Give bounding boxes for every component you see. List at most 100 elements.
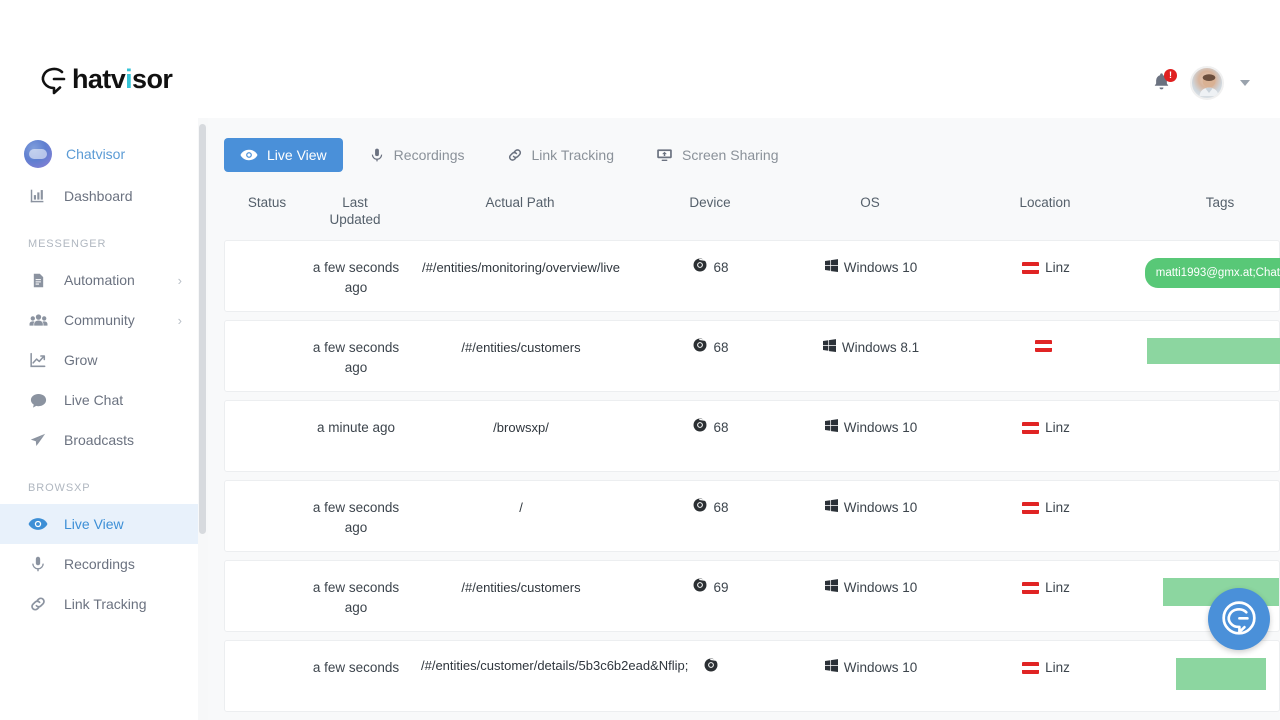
column-header-actual-path: Actual Path bbox=[485, 195, 555, 210]
notification-badge: ! bbox=[1164, 69, 1177, 82]
tags-cell bbox=[1131, 658, 1280, 696]
tab-recordings[interactable]: Recordings bbox=[353, 138, 481, 172]
microphone-icon bbox=[26, 555, 50, 573]
table-row[interactable]: a few seconds ago /#/entities/customers … bbox=[224, 320, 1280, 392]
device-cell: 69 bbox=[641, 578, 781, 598]
sidebar-item-label: Automation bbox=[64, 272, 135, 288]
location-name: Linz bbox=[1045, 660, 1070, 675]
sidebar-item-live-chat[interactable]: Live Chat bbox=[0, 380, 204, 420]
chrome-icon bbox=[693, 338, 707, 358]
path-text: /#/entities/customers bbox=[461, 340, 581, 355]
location-cell: Linz bbox=[961, 658, 1131, 680]
header-actions: ! bbox=[1150, 66, 1250, 100]
tab-link-tracking[interactable]: Link Tracking bbox=[491, 138, 630, 172]
last-updated-cell: a few seconds ago bbox=[312, 340, 400, 375]
sidebar-item-automation[interactable]: Automation › bbox=[0, 260, 204, 300]
column-header-device: Device bbox=[689, 195, 731, 210]
device-cell: 68 bbox=[641, 418, 781, 438]
eye-icon bbox=[26, 516, 50, 532]
sidebar-section-browsxp: BROWSXP bbox=[28, 482, 91, 494]
browser-version: 68 bbox=[713, 260, 729, 275]
app-root: hatvisor ! Chatvisor Dashboard MESSENGER… bbox=[0, 0, 1280, 720]
path-text: /#/entities/monitoring/overview/live bbox=[422, 260, 620, 275]
sidebar-workspace[interactable]: Chatvisor bbox=[0, 132, 204, 176]
last-updated-cell: a few seconds bbox=[312, 660, 400, 675]
austria-flag-icon bbox=[1022, 422, 1040, 434]
os-name: Windows 8.1 bbox=[841, 340, 920, 355]
tag-badge-redacted[interactable] bbox=[1147, 338, 1280, 364]
table-row[interactable]: a minute ago /browsxp/ 68 Windows 10 Lin… bbox=[224, 400, 1280, 472]
column-header-last-updated: Last Updated bbox=[310, 194, 400, 228]
column-header-os: OS bbox=[860, 195, 880, 210]
sidebar-item-link-tracking[interactable]: Link Tracking bbox=[0, 584, 204, 624]
os-name: Windows 10 bbox=[843, 580, 918, 595]
people-icon bbox=[26, 311, 50, 330]
sidebar-item-label: Dashboard bbox=[64, 188, 133, 204]
os-cell: Windows 8.1 bbox=[781, 338, 961, 358]
user-avatar[interactable] bbox=[1190, 66, 1224, 100]
browser-version: 68 bbox=[713, 420, 729, 435]
tab-live-view[interactable]: Live View bbox=[224, 138, 343, 172]
browser-version: 68 bbox=[713, 340, 729, 355]
austria-flag-icon bbox=[1022, 582, 1040, 594]
sidebar-item-label: Community bbox=[64, 312, 135, 328]
column-header-location: Location bbox=[1019, 195, 1071, 210]
table-row[interactable]: a few seconds ago / 68 Windows 10 Linz bbox=[224, 480, 1280, 552]
sidebar-item-grow[interactable]: Grow bbox=[0, 340, 204, 380]
table-header: Status Last Updated Actual Path Device O… bbox=[224, 188, 1280, 240]
windows-icon bbox=[824, 418, 838, 438]
chart-bar-icon bbox=[26, 187, 50, 205]
os-cell: Windows 10 bbox=[781, 658, 961, 678]
os-cell: Windows 10 bbox=[781, 258, 961, 278]
os-name: Windows 10 bbox=[843, 660, 918, 675]
table-row[interactable]: a few seconds ago /#/entities/customers … bbox=[224, 560, 1280, 632]
tag-badge-redacted[interactable] bbox=[1176, 658, 1266, 690]
tab-label: Recordings bbox=[393, 147, 465, 163]
column-header-line1: Last bbox=[342, 195, 368, 210]
notifications-button[interactable]: ! bbox=[1150, 69, 1177, 96]
chatvisor-chat-launcher-icon bbox=[1222, 601, 1256, 635]
os-cell: Windows 10 bbox=[781, 498, 961, 518]
chatvisor-logo-icon bbox=[36, 62, 70, 96]
trend-up-icon bbox=[26, 351, 50, 369]
last-updated-cell: a few seconds ago bbox=[312, 580, 400, 615]
chrome-icon bbox=[693, 258, 707, 278]
logo-text-part2: sor bbox=[132, 63, 173, 94]
sidebar-scrollbar-thumb[interactable] bbox=[199, 124, 206, 534]
tag-badge[interactable]: matti1993@gmx.at;Chatvi bbox=[1144, 258, 1280, 288]
microphone-icon bbox=[369, 147, 385, 163]
chat-launcher-button[interactable] bbox=[1208, 588, 1270, 650]
sidebar-item-recordings[interactable]: Recordings bbox=[0, 544, 204, 584]
actual-path-cell: / bbox=[401, 498, 641, 518]
chrome-icon bbox=[693, 418, 707, 438]
sidebar-item-dashboard[interactable]: Dashboard bbox=[0, 176, 204, 216]
os-cell: Windows 10 bbox=[781, 418, 961, 438]
column-header-line2: Updated bbox=[329, 212, 381, 227]
path-text: /browsxp/ bbox=[493, 420, 549, 435]
austria-flag-icon bbox=[1022, 662, 1040, 674]
actual-path-cell: /#/entities/monitoring/overview/live bbox=[401, 258, 641, 278]
screen-share-icon bbox=[656, 147, 673, 163]
device-cell: 68 bbox=[641, 498, 781, 518]
table-row[interactable]: a few seconds /#/entities/customer/detai… bbox=[224, 640, 1280, 712]
brand-logo[interactable]: hatvisor bbox=[36, 62, 173, 96]
chevron-down-icon[interactable] bbox=[1240, 80, 1250, 86]
last-updated-cell: a few seconds ago bbox=[312, 260, 400, 295]
logo-text-part1: hatv bbox=[72, 63, 126, 94]
sidebar-item-broadcasts[interactable]: Broadcasts bbox=[0, 420, 204, 460]
chat-bubble-icon bbox=[26, 391, 50, 410]
eye-icon bbox=[240, 148, 258, 162]
tags-cell: matti1993@gmx.at;Chatvi bbox=[1131, 258, 1280, 288]
sidebar-item-live-view[interactable]: Live View bbox=[0, 504, 204, 544]
sidebar-workspace-label: Chatvisor bbox=[66, 146, 126, 162]
windows-icon bbox=[824, 578, 838, 598]
location-cell: Linz bbox=[961, 498, 1131, 520]
main-content: Live View Recordings Link Tracking Scree… bbox=[208, 118, 1280, 720]
path-text-overflow: /#/entities/customer/details/5b3c6b2ead&… bbox=[421, 658, 689, 673]
table-row[interactable]: a few seconds ago /#/entities/monitoring… bbox=[224, 240, 1280, 312]
austria-flag-icon bbox=[1022, 502, 1040, 514]
austria-flag-icon bbox=[1034, 340, 1052, 352]
sidebar-item-community[interactable]: Community › bbox=[0, 300, 204, 340]
top-bar: hatvisor ! bbox=[0, 0, 1280, 118]
tab-screen-sharing[interactable]: Screen Sharing bbox=[640, 138, 795, 172]
